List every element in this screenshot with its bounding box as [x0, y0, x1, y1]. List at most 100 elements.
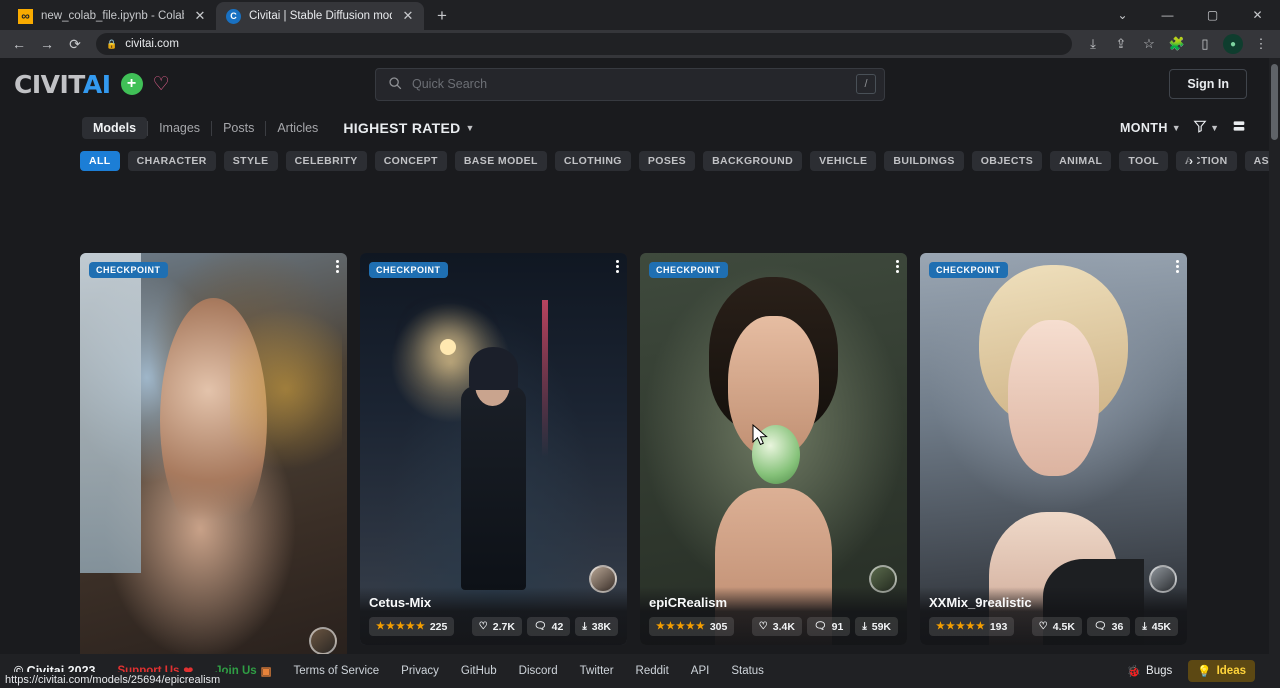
logo-civit: CIVIT — [14, 70, 83, 99]
model-card[interactable]: CHECKPOINT XXMix_9realistic ★★★★★ 193 — [920, 253, 1187, 645]
close-icon[interactable]: ✕ — [400, 8, 416, 24]
category-chip-celebrity[interactable]: CELEBRITY — [286, 151, 367, 171]
tab-models[interactable]: Models — [82, 117, 147, 139]
logo-ai: AI — [83, 70, 111, 99]
share-icon[interactable]: ⇪ — [1108, 31, 1134, 57]
more-menu-icon[interactable]: ⋮ — [1248, 31, 1274, 57]
footer-actions: 🐞 Bugs 💡 Ideas — [1121, 660, 1255, 682]
chevron-down-icon: ▼ — [466, 123, 475, 133]
downloads-count: 45K — [1152, 621, 1171, 633]
browser-tab-civitai[interactable]: C Civitai | Stable Diffusion models, ✕ — [216, 2, 424, 30]
maximize-icon[interactable]: ▢ — [1190, 0, 1235, 30]
extensions-puzzle-icon[interactable]: 🧩 — [1164, 31, 1190, 57]
back-icon[interactable]: ← — [6, 31, 32, 57]
reload-icon[interactable]: ⟳ — [62, 31, 88, 57]
browser-tab-colab[interactable]: ∞ new_colab_file.ipynb - Colaborat ✕ — [8, 2, 216, 30]
footer-link-api[interactable]: API — [691, 665, 710, 677]
footer-link-terms[interactable]: Terms of Service — [294, 665, 380, 677]
card-menu-icon[interactable] — [336, 260, 339, 273]
bug-icon: 🐞 — [1127, 664, 1141, 678]
footer-link-reddit[interactable]: Reddit — [636, 665, 669, 677]
bookmark-star-icon[interactable]: ☆ — [1136, 31, 1162, 57]
category-chip-clothing[interactable]: CLOTHING — [555, 151, 631, 171]
comments-count: 42 — [552, 621, 564, 633]
engagement-pills: ♡ 3.4K 🗨 91 ⤓ 59K — [752, 617, 898, 636]
engagement-pills: ♡ 4.5K 🗨 36 ⤓ 45K — [1032, 617, 1178, 636]
side-panel-icon[interactable]: ▯ — [1192, 31, 1218, 57]
category-chip-character[interactable]: CHARACTER — [128, 151, 216, 171]
profile-avatar[interactable]: ● — [1223, 34, 1243, 54]
new-tab-button[interactable]: + — [428, 2, 456, 30]
category-chip-tool[interactable]: TOOL — [1119, 151, 1168, 171]
card-menu-icon[interactable] — [1176, 260, 1179, 273]
categories-next-icon[interactable]: › — [1185, 151, 1197, 171]
category-chip-style[interactable]: STYLE — [224, 151, 278, 171]
site-logo[interactable]: CIVITAI + ♡ — [14, 70, 170, 99]
filter-dropdown[interactable]: ▼ — [1193, 119, 1219, 138]
close-icon[interactable]: ✕ — [1235, 0, 1280, 30]
layout-toggle-icon[interactable] — [1231, 118, 1247, 139]
creator-avatar[interactable] — [309, 627, 337, 655]
heart-icon[interactable]: ♡ — [153, 75, 170, 94]
likes-pill: ♡ 2.7K — [472, 617, 522, 636]
category-chip-animal[interactable]: ANIMAL — [1050, 151, 1111, 171]
page-scrollbar-thumb[interactable] — [1271, 64, 1278, 140]
downloads-count: 38K — [592, 621, 611, 633]
create-plus-icon[interactable]: + — [121, 73, 143, 95]
category-chip-buildings[interactable]: BUILDINGS — [884, 151, 963, 171]
window-controls: ⌄ — ▢ ✕ — [1100, 0, 1280, 30]
comments-pill: 🗨 42 — [527, 617, 570, 636]
address-bar[interactable]: 🔒 civitai.com — [96, 33, 1072, 55]
sign-in-button[interactable]: Sign In — [1169, 69, 1247, 99]
close-icon[interactable]: ✕ — [192, 8, 208, 24]
install-icon[interactable]: ⤓ — [1080, 31, 1106, 57]
bugs-button[interactable]: 🐞 Bugs — [1121, 661, 1179, 681]
sort-dropdown[interactable]: HIGHEST RATED ▼ — [343, 120, 474, 136]
chevron-down-icon: ▼ — [1172, 123, 1181, 133]
category-chipbar[interactable]: ALL CHARACTER STYLE CELEBRITY CONCEPT BA… — [0, 146, 1269, 176]
search-input[interactable] — [412, 77, 846, 91]
content-tabs: Models Images Posts Articles HIGHEST RAT… — [82, 117, 475, 139]
search-box[interactable]: / — [375, 68, 885, 101]
minimize-icon[interactable]: — — [1145, 0, 1190, 30]
footer-link-discord[interactable]: Discord — [519, 665, 558, 677]
tab-articles[interactable]: Articles — [266, 117, 329, 139]
browser-tabstrip-area: ∞ new_colab_file.ipynb - Colaborat ✕ C C… — [0, 0, 1280, 30]
chevron-down-icon[interactable]: ⌄ — [1100, 0, 1145, 30]
category-chip-asset[interactable]: ASSET — [1245, 151, 1269, 171]
forward-icon[interactable]: → — [34, 31, 60, 57]
comments-count: 36 — [1112, 621, 1124, 633]
category-chip-concept[interactable]: CONCEPT — [375, 151, 447, 171]
model-card[interactable]: CHECKPOINT epiCRealism ★★★★★ 305 — [640, 253, 907, 645]
likes-count: 3.4K — [773, 621, 795, 633]
card-menu-icon[interactable] — [896, 260, 899, 273]
model-title: epiCRealism — [649, 595, 898, 610]
model-card[interactable]: CHECKPOINT Cetus-Mix ★★★★★ 225 — [360, 253, 627, 645]
card-menu-icon[interactable] — [616, 260, 619, 273]
page-scrollbar-track[interactable] — [1269, 58, 1280, 688]
footer-link-github[interactable]: GitHub — [461, 665, 497, 677]
model-card[interactable]: CHECKPOINT DreamShaper — [80, 253, 347, 688]
period-dropdown[interactable]: MONTH ▼ — [1120, 121, 1181, 135]
colab-icon: ∞ — [18, 9, 33, 24]
category-chip-base-model[interactable]: BASE MODEL — [455, 151, 547, 171]
tab-title: new_colab_file.ipynb - Colaborat — [41, 10, 184, 22]
heart-icon: ♡ — [1039, 621, 1048, 632]
model-type-badge: CHECKPOINT — [929, 262, 1008, 278]
category-chip-vehicle[interactable]: VEHICLE — [810, 151, 876, 171]
page-content: CIVITAI + ♡ / Sign In — [0, 58, 1269, 688]
footer-link-twitter[interactable]: Twitter — [580, 665, 614, 677]
category-chip-poses[interactable]: POSES — [639, 151, 695, 171]
tab-posts[interactable]: Posts — [212, 117, 265, 139]
content-navbar: Models Images Posts Articles HIGHEST RAT… — [0, 110, 1269, 146]
status-bar-url: https://civitai.com/models/25694/epicrea… — [0, 672, 227, 688]
footer-link-privacy[interactable]: Privacy — [401, 665, 439, 677]
footer-link-status[interactable]: Status — [731, 665, 764, 677]
quick-search: / — [375, 68, 885, 101]
ideas-button[interactable]: 💡 Ideas — [1188, 660, 1255, 682]
category-chip-all[interactable]: ALL — [80, 151, 120, 171]
tab-images[interactable]: Images — [148, 117, 211, 139]
category-chip-objects[interactable]: OBJECTS — [972, 151, 1042, 171]
search-icon — [388, 76, 402, 93]
category-chip-background[interactable]: BACKGROUND — [703, 151, 802, 171]
